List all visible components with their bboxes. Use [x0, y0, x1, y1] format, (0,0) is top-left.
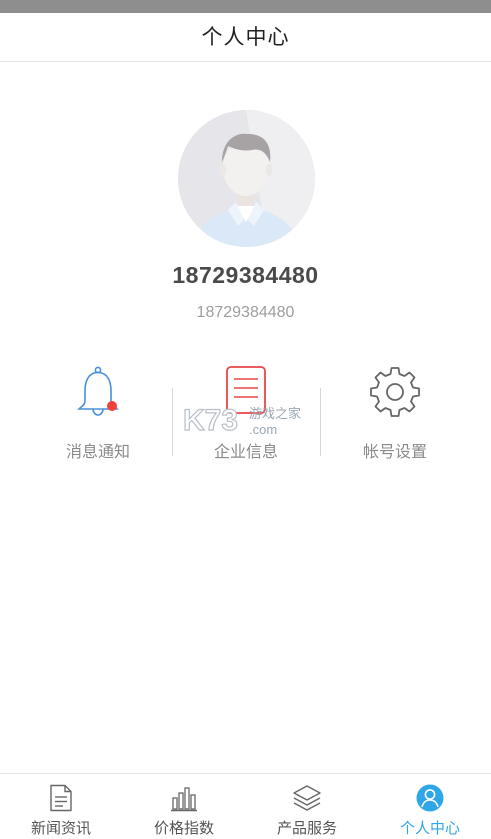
watermark: K73 游戏之家 .com [182, 398, 323, 438]
tab-products-label: 产品服务 [276, 819, 337, 837]
user-account: 18729384480 [196, 304, 295, 321]
avatar[interactable] [178, 110, 315, 247]
user-phone: 18729384480 [172, 262, 319, 288]
watermark-brand: K73 [183, 404, 238, 437]
tab-news[interactable]: 新闻资讯 [0, 774, 122, 839]
page-title: 个人中心 [201, 25, 290, 49]
account-settings-button[interactable]: 帐号设置 [320, 360, 470, 470]
tab-price-index-label: 价格指数 [153, 819, 214, 837]
gear-icon [367, 364, 423, 424]
message-notification-button[interactable]: 消息通知 [23, 360, 173, 470]
tab-news-label: 新闻资讯 [30, 819, 91, 837]
tab-products[interactable]: 产品服务 [246, 774, 368, 839]
account-settings-label: 帐号设置 [362, 442, 427, 461]
news-doc-icon [48, 784, 74, 816]
unread-dot [107, 401, 117, 411]
title-bar: 个人中心 [0, 13, 491, 62]
watermark-domain: .com [249, 422, 277, 437]
tab-personal-center[interactable]: 个人中心 [369, 774, 491, 839]
user-icon [416, 784, 444, 816]
message-notification-label: 消息通知 [65, 442, 130, 461]
bottom-tab-bar: 新闻资讯 价格指数 产品服务 个人中心 [0, 773, 491, 839]
bar-chart-icon [170, 784, 198, 816]
user-portrait-icon [178, 110, 315, 247]
status-bar [0, 0, 491, 13]
company-info-label: 企业信息 [213, 442, 278, 461]
bell-icon [70, 364, 126, 424]
tab-price-index[interactable]: 价格指数 [123, 774, 245, 839]
tab-personal-center-label: 个人中心 [399, 819, 460, 837]
layers-icon [292, 784, 322, 816]
watermark-text: 游戏之家 [249, 406, 301, 422]
